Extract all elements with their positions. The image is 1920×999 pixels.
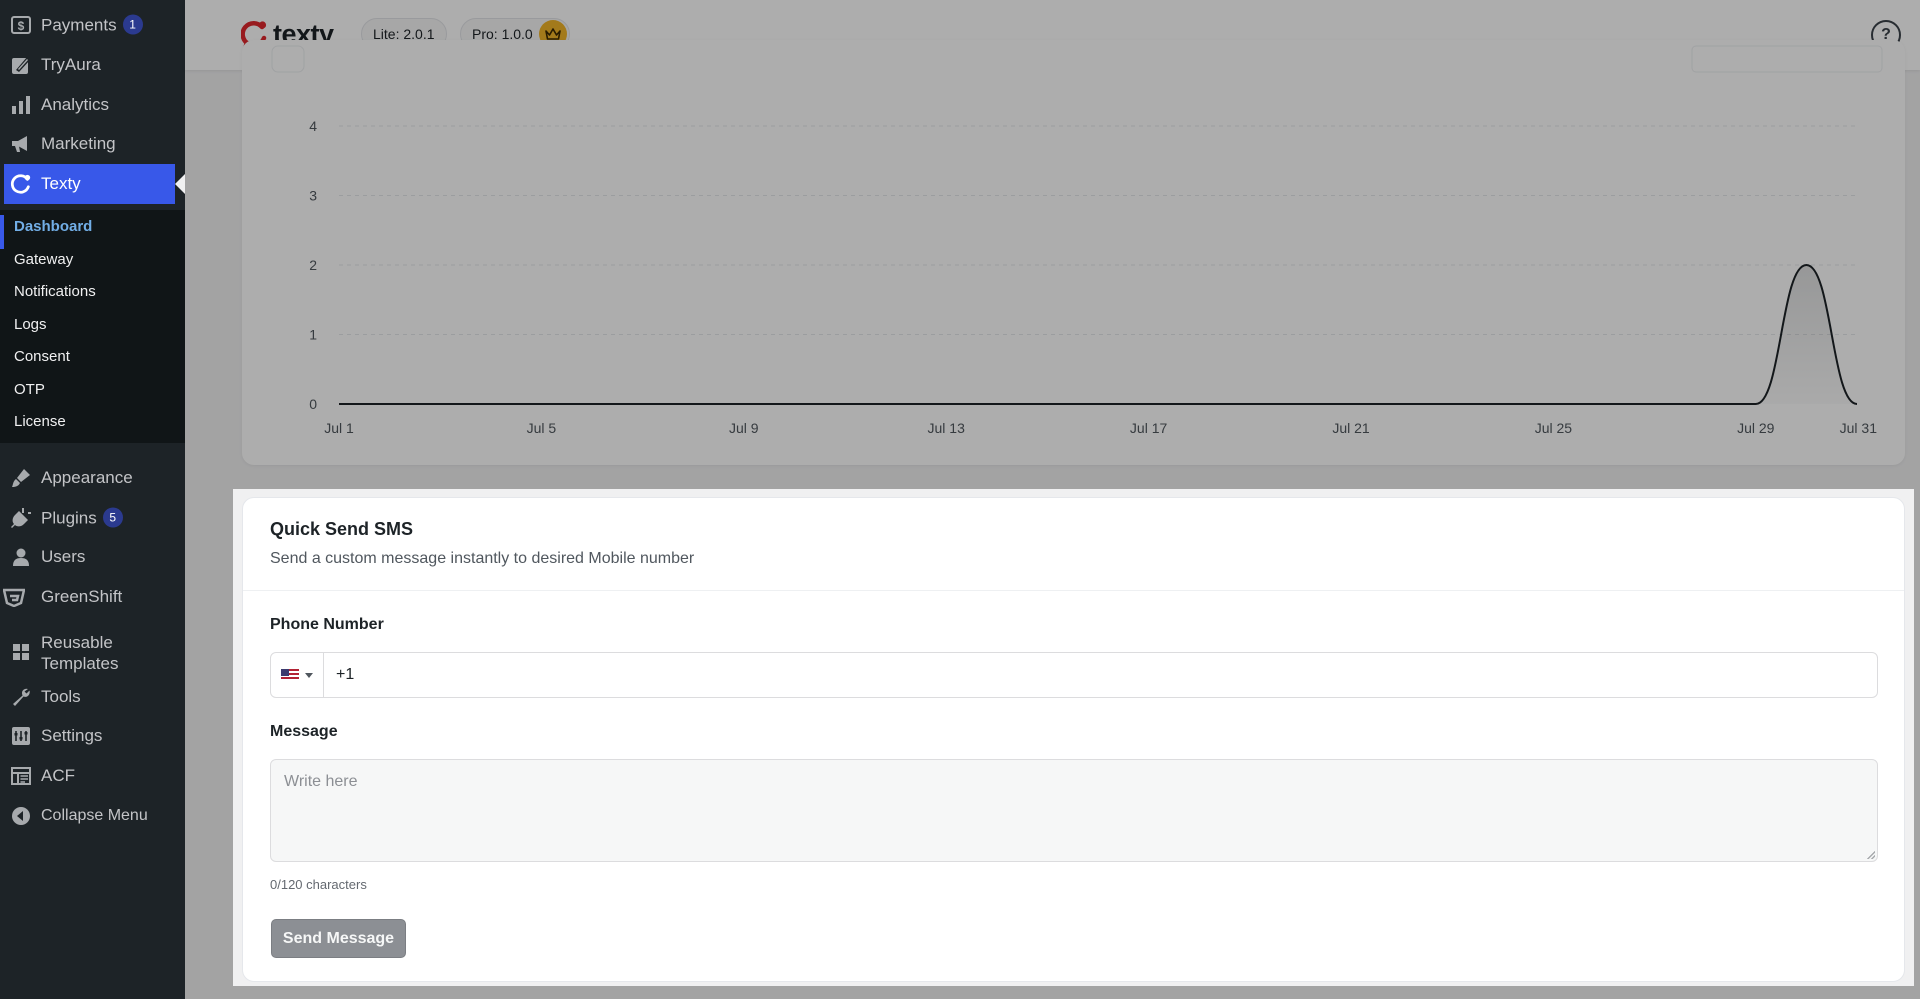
acf-icon [10, 765, 32, 787]
settings-icon [10, 725, 32, 747]
brush-icon [10, 467, 32, 489]
sidebar-item-plugins[interactable]: Plugins 5 [0, 498, 185, 538]
y-tick-label: 2 [309, 257, 317, 273]
quick-send-sms-card: Quick Send SMS Send a custom message ins… [242, 497, 1905, 982]
sidebar-item-label: Texty [41, 174, 81, 193]
sidebar-item-greenshift[interactable]: GreenShift [0, 577, 185, 617]
submenu-item-gateway[interactable]: Gateway [14, 251, 73, 268]
sidebar-item-tryaura[interactable]: TryAura [0, 45, 185, 85]
sidebar-item-label: ACF [41, 766, 75, 785]
sidebar-item-label: Plugins [41, 508, 97, 528]
sidebar-item-label: Analytics [41, 95, 110, 114]
submenu-item-logs[interactable]: Logs [14, 316, 47, 333]
chart-toolbar-button[interactable] [271, 45, 305, 73]
phone-number-field[interactable]: +1 [270, 652, 1878, 698]
x-tick-label: Jul 5 [527, 420, 557, 436]
sidebar-item-texty[interactable]: Texty [4, 164, 175, 204]
user-icon [10, 546, 32, 568]
quick-send-subtitle: Send a custom message instantly to desir… [270, 550, 695, 567]
x-tick-label: Jul 25 [1535, 420, 1573, 436]
sidebar-item-label: Users [41, 547, 86, 566]
x-tick-label: Jul 21 [1332, 420, 1370, 436]
sidebar-item-label: TryAura [41, 55, 101, 74]
active-menu-arrow [175, 174, 185, 194]
sidebar-item-payments[interactable]: $ Payments 1 [0, 5, 185, 45]
sidebar-item-analytics[interactable]: Analytics [0, 85, 185, 125]
blocks-icon [10, 641, 32, 663]
sidebar-item-tools[interactable]: Tools [0, 677, 185, 717]
sidebar-item-label: GreenShift [41, 587, 123, 606]
x-tick-label: Jul 9 [729, 420, 759, 436]
sidebar-item-label: Reusable Templates [41, 633, 119, 673]
sidebar-item-appearance[interactable]: Appearance [0, 458, 185, 498]
message-textarea[interactable]: Write here [270, 759, 1878, 862]
update-count-badge: 1 [122, 14, 143, 35]
submenu-item-otp[interactable]: OTP [14, 381, 45, 398]
us-flag-icon [281, 669, 299, 681]
resize-handle-icon[interactable] [1867, 851, 1875, 859]
svg-text:$: $ [18, 19, 25, 33]
send-message-button[interactable]: Send Message [271, 919, 406, 958]
texty-submenu: Dashboard Gateway Notifications Logs Con… [0, 210, 185, 443]
y-tick-label: 3 [309, 188, 317, 204]
divider [243, 590, 1904, 591]
message-label: Message [270, 723, 338, 740]
sidebar-item-users[interactable]: Users [0, 537, 185, 577]
megaphone-icon [10, 133, 32, 155]
sidebar-item-label: Appearance [41, 468, 133, 487]
sidebar-item-label: Payments [41, 15, 117, 35]
tryaura-icon [10, 54, 32, 76]
phone-number-label: Phone Number [270, 616, 384, 633]
sidebar-item-label: Collapse Menu [41, 807, 148, 824]
greenshift-icon [3, 586, 25, 608]
phone-number-value: +1 [336, 666, 355, 683]
submenu-item-notifications[interactable]: Notifications [14, 283, 96, 300]
submenu-item-dashboard[interactable]: Dashboard [14, 218, 92, 235]
x-tick-label: Jul 29 [1737, 420, 1775, 436]
collapse-menu-button[interactable]: Collapse Menu [0, 796, 185, 836]
x-tick-label: Jul 31 [1840, 420, 1878, 436]
quick-send-title: Quick Send SMS [270, 519, 414, 539]
x-tick-label: Jul 17 [1130, 420, 1168, 436]
texty-icon [10, 173, 32, 195]
collapse-icon [10, 805, 32, 827]
country-code-select[interactable] [271, 653, 324, 697]
payments-icon: $ [10, 14, 32, 36]
x-tick-label: Jul 13 [928, 420, 966, 436]
sidebar-item-reusable-templates[interactable]: Reusable Templates [0, 627, 185, 679]
admin-sidebar: $ Payments 1 TryAura Analytics Marketing … [0, 0, 185, 999]
sidebar-item-settings[interactable]: Settings [0, 716, 185, 756]
caret-down-icon [305, 672, 313, 678]
sidebar-item-label: Tools [41, 687, 81, 706]
character-count: 0/120 characters [270, 877, 367, 892]
sidebar-item-acf[interactable]: ACF [0, 756, 185, 796]
submenu-item-license[interactable]: License [14, 413, 66, 430]
analytics-icon [10, 94, 32, 116]
y-tick-label: 0 [309, 396, 317, 412]
plugin-icon [10, 507, 32, 529]
sidebar-item-label: Settings [41, 726, 103, 745]
wrench-icon [10, 686, 32, 708]
y-tick-label: 1 [309, 327, 317, 343]
submenu-item-consent[interactable]: Consent [14, 348, 70, 365]
date-range-select[interactable] [1691, 45, 1883, 73]
sidebar-item-marketing[interactable]: Marketing [0, 124, 185, 164]
sms-stats-chart-card: 0 1 2 3 4 Jul 1 Jul 5 Jul 9 Jul 13 Jul 17 Jul 21 J… [242, 40, 1905, 465]
sidebar-item-label: Marketing [41, 134, 116, 153]
current-page-marker [0, 215, 4, 249]
sms-stats-chart: 0 1 2 3 4 Jul 1 Jul 5 Jul 9 Jul 13 Jul 17 Jul 21 J… [271, 45, 1883, 436]
y-tick-label: 4 [309, 118, 317, 134]
message-placeholder: Write here [284, 773, 358, 790]
x-tick-label: Jul 1 [324, 420, 354, 436]
update-count-badge: 5 [102, 507, 123, 528]
